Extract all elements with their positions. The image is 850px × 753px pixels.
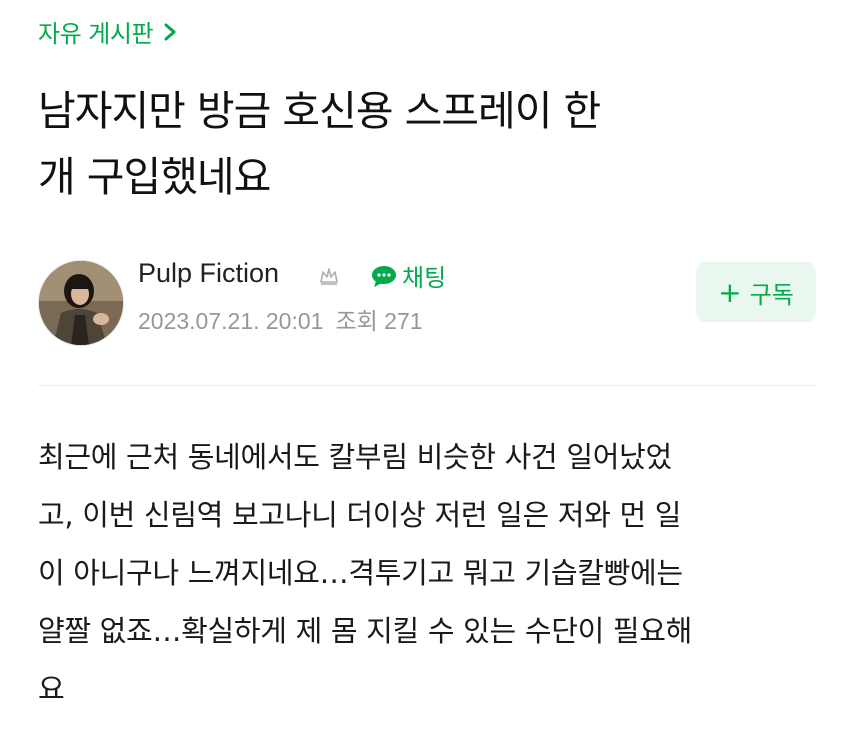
post-title-line: 개 구입했네요 — [38, 153, 271, 201]
post-body-line: 얄짤 없죠…확실하게 제 몸 지킬 수 있는 수단이 필요해 — [38, 614, 693, 648]
post-body-line: 요 — [38, 672, 65, 706]
divider — [38, 385, 816, 386]
post-body-line: 이 아니구나 느껴지네요…격투기고 뭐고 기습칼빵에는 — [38, 556, 683, 590]
subscribe-label: 구독 — [749, 280, 794, 309]
author-info: Pulp Fiction 채팅 2023.07.21. 20:01 조회 271 … — [38, 252, 818, 346]
post-page: 자유 게시판 남자지만 방금 호신용 스프레이 한 개 구입했네요 Pulp F… — [0, 0, 850, 753]
avatar[interactable] — [38, 260, 124, 346]
profile-photo-icon — [39, 261, 123, 345]
subscribe-button[interactable]: + 구독 — [696, 262, 816, 322]
chat-bubble-icon — [372, 265, 396, 287]
board-link[interactable]: 자유 게시판 — [38, 14, 177, 49]
plus-icon: + — [718, 275, 742, 309]
chat-button[interactable]: 채팅 — [370, 258, 446, 293]
author-nickname[interactable]: Pulp Fiction — [138, 258, 279, 289]
view-count: 조회 271 — [335, 308, 423, 334]
post-body: 최근에 근처 동네에서도 칼부림 비슷한 사건 일어났었 고, 이번 신림역 보… — [38, 428, 828, 718]
chat-label: 채팅 — [402, 264, 447, 292]
post-date: 2023.07.21. 20:01 — [138, 308, 324, 334]
post-body-line: 최근에 근처 동네에서도 칼부림 비슷한 사건 일어났었 — [38, 440, 672, 474]
post-title-line: 남자지만 방금 호신용 스프레이 한 — [38, 87, 601, 135]
post-meta: 2023.07.21. 20:01 조회 271 — [138, 302, 423, 336]
crown-icon — [320, 268, 338, 285]
chevron-right-icon — [164, 23, 176, 40]
post-title: 남자지만 방금 호신용 스프레이 한 개 구입했네요 — [38, 78, 818, 210]
post-body-line: 고, 이번 신림역 보고나니 더이상 저런 일은 저와 먼 일 — [38, 498, 682, 532]
board-label: 자유 게시판 — [38, 20, 154, 48]
